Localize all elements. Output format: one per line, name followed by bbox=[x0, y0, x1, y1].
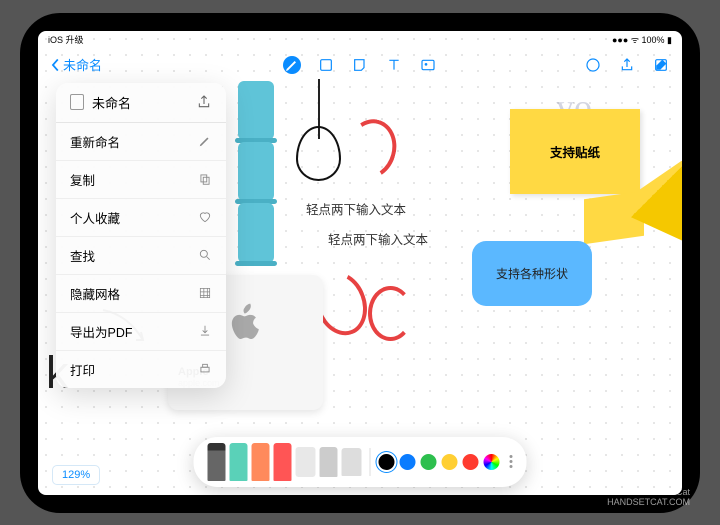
tool-palette bbox=[194, 437, 527, 487]
color-swatch-green[interactable] bbox=[421, 454, 437, 470]
color-swatch-blue[interactable] bbox=[400, 454, 416, 470]
print-icon bbox=[198, 362, 212, 376]
grid-icon bbox=[198, 286, 212, 300]
status-right: ●●● ᯤ 100% ▮ bbox=[612, 33, 672, 46]
chevron-left-icon bbox=[50, 58, 60, 72]
menu-header: 未命名 bbox=[56, 83, 226, 123]
media-tool-button[interactable] bbox=[419, 56, 437, 74]
sticky-tool-button[interactable] bbox=[351, 56, 369, 74]
shape-label: 支持各种形状 bbox=[496, 265, 568, 282]
pen-tool[interactable] bbox=[208, 443, 226, 481]
pen-tool-button[interactable] bbox=[283, 56, 301, 74]
color-swatches bbox=[379, 454, 500, 470]
menu-item-print[interactable]: 打印 bbox=[56, 351, 226, 388]
center-toolbar bbox=[283, 56, 437, 74]
lasso-tool[interactable] bbox=[320, 447, 338, 477]
compose-button[interactable] bbox=[652, 56, 670, 74]
zoom-value: 129% bbox=[62, 469, 90, 481]
divider bbox=[370, 448, 371, 476]
menu-label: 重新命名 bbox=[70, 132, 120, 151]
more-button[interactable] bbox=[510, 455, 513, 468]
navbar: 未命名 bbox=[38, 49, 682, 81]
menu-label: 打印 bbox=[70, 360, 95, 379]
ruler-tool[interactable] bbox=[342, 448, 362, 476]
menu-item-hide-grid[interactable]: 隐藏网格 bbox=[56, 275, 226, 313]
menu-label: 隐藏网格 bbox=[70, 284, 120, 303]
sticky-label: 支持贴纸 bbox=[550, 142, 600, 161]
screen: iOS 升级 ●●● ᯤ 100% ▮ 未命名 未命名 重新命名 bbox=[38, 31, 682, 495]
back-button[interactable]: 未命名 bbox=[50, 55, 102, 74]
pencil-tool[interactable] bbox=[252, 443, 270, 481]
context-menu: 未命名 重新命名 复制 个人收藏 查找 隐藏网格 导出为PDF 打印 bbox=[56, 83, 226, 388]
document-icon bbox=[70, 94, 84, 110]
color-swatch-yellow[interactable] bbox=[442, 454, 458, 470]
menu-title: 未命名 bbox=[92, 93, 131, 112]
red-scribble[interactable] bbox=[368, 286, 413, 341]
menu-item-favorite[interactable]: 个人收藏 bbox=[56, 199, 226, 237]
crayon-tool[interactable] bbox=[274, 443, 292, 481]
sticky-note[interactable]: 支持贴纸 bbox=[510, 109, 640, 194]
menu-item-export-pdf[interactable]: 导出为PDF bbox=[56, 313, 226, 351]
status-left: iOS 升级 bbox=[48, 33, 84, 46]
zoom-indicator[interactable]: 129% bbox=[52, 465, 100, 485]
share-button[interactable] bbox=[618, 56, 636, 74]
emoji-button[interactable] bbox=[584, 56, 602, 74]
share-icon[interactable] bbox=[196, 94, 212, 110]
color-swatch-black[interactable] bbox=[379, 454, 395, 470]
color-swatch-red[interactable] bbox=[463, 454, 479, 470]
menu-item-find[interactable]: 查找 bbox=[56, 237, 226, 275]
export-icon bbox=[198, 324, 212, 338]
menu-label: 导出为PDF bbox=[70, 322, 133, 341]
menu-label: 查找 bbox=[70, 246, 95, 265]
text-tool-button[interactable] bbox=[385, 56, 403, 74]
text-placeholder[interactable]: 轻点两下输入文本 bbox=[306, 199, 406, 218]
pencil-icon bbox=[198, 134, 212, 148]
shapes-tool-button[interactable] bbox=[317, 56, 335, 74]
back-label: 未命名 bbox=[63, 55, 102, 74]
menu-item-rename[interactable]: 重新命名 bbox=[56, 123, 226, 161]
ink-loop[interactable] bbox=[296, 126, 341, 181]
watermark-line: HANDSETCAT.COM bbox=[607, 497, 690, 507]
rounded-shape[interactable]: 支持各种形状 bbox=[472, 241, 592, 306]
text-placeholder[interactable]: 轻点两下输入文本 bbox=[328, 229, 428, 248]
marker-tool[interactable] bbox=[230, 443, 248, 481]
red-scribble[interactable] bbox=[339, 113, 403, 184]
heart-icon bbox=[198, 210, 212, 224]
color-picker-button[interactable] bbox=[484, 454, 500, 470]
wifi-icon: ●●● ᯤ bbox=[612, 35, 639, 45]
status-bar: iOS 升级 ●●● ᯤ 100% ▮ bbox=[38, 31, 682, 49]
menu-label: 个人收藏 bbox=[70, 208, 120, 227]
battery-pct: 100% bbox=[642, 35, 665, 45]
copy-icon bbox=[198, 172, 212, 186]
search-icon bbox=[198, 248, 212, 262]
menu-item-copy[interactable]: 复制 bbox=[56, 161, 226, 199]
eraser-tool[interactable] bbox=[296, 447, 316, 477]
right-toolbar bbox=[584, 56, 670, 74]
menu-label: 复制 bbox=[70, 170, 95, 189]
battery-icon: ▮ bbox=[667, 35, 672, 45]
bamboo-drawing[interactable] bbox=[238, 81, 274, 261]
ipad-frame: iOS 升级 ●●● ᯤ 100% ▮ 未命名 未命名 重新命名 bbox=[20, 13, 700, 513]
